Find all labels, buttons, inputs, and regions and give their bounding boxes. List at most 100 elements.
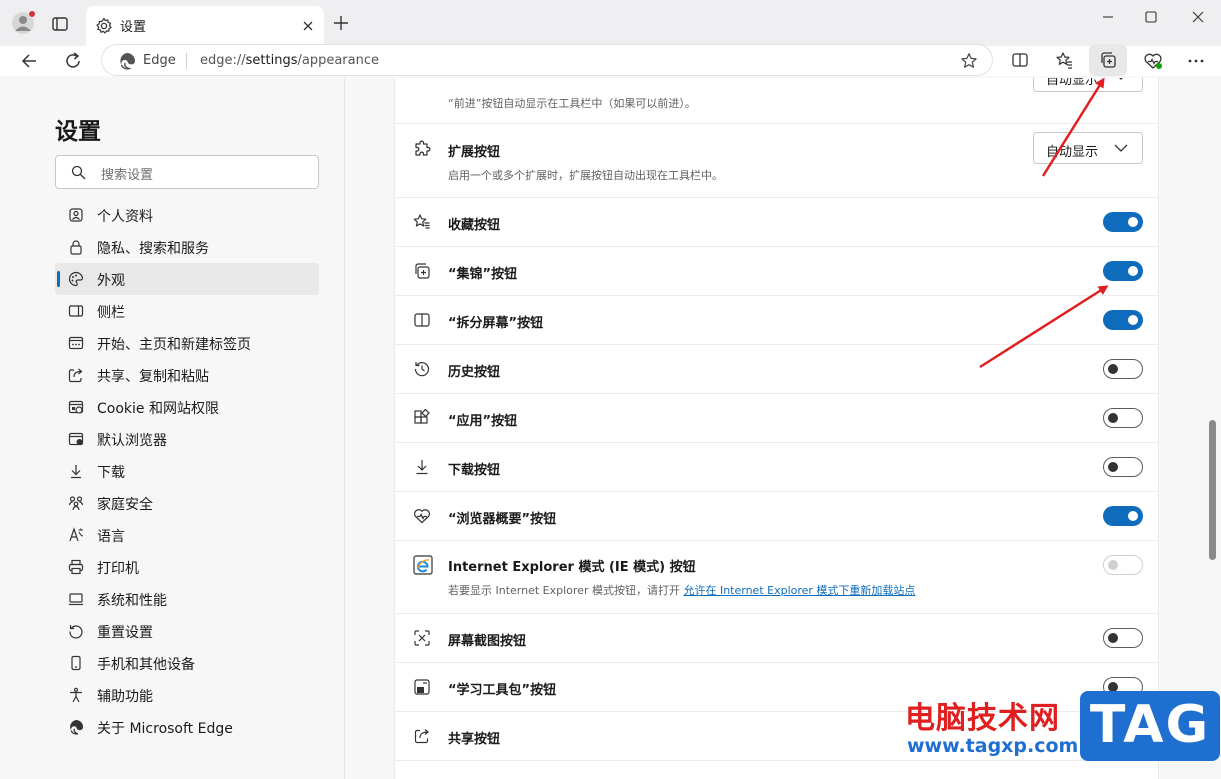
collections-button-toggle[interactable] [1103, 261, 1143, 281]
extensions-button-label: 扩展按钮 [448, 145, 501, 160]
favorites-button-toggle[interactable] [1103, 212, 1143, 232]
history-button-toggle[interactable] [1103, 359, 1143, 379]
language-icon [69, 527, 84, 542]
sidebar-item-cookies[interactable]: Cookie 和网站权限 [55, 391, 319, 423]
sidebar-item-default-browser[interactable]: 默认浏览器 [55, 423, 319, 455]
sidebar-item-label: 手机和其他设备 [97, 657, 195, 673]
sidebar-item-privacy[interactable]: 隐私、搜索和服务 [55, 231, 319, 263]
tab-actions-button[interactable] [50, 14, 70, 34]
ie-mode-button-toggle [1103, 555, 1143, 575]
accessibility-icon [70, 687, 82, 703]
favorites-button-row: 收藏按钮 [395, 198, 1158, 247]
screenshot-button-label: 屏幕截图按钮 [448, 634, 527, 649]
favorites-icon [413, 214, 430, 229]
download-icon [71, 465, 81, 479]
chevron-down-icon [1114, 144, 1128, 152]
search-placeholder: 搜索设置 [101, 168, 154, 183]
dropdown-value: 自动显示 [1046, 78, 1099, 88]
screenshot-button-toggle[interactable] [1103, 628, 1143, 648]
sidebar-item-label: 共享、复制和粘贴 [97, 369, 209, 385]
sidebar-item-label: 开始、主页和新建标签页 [97, 337, 251, 353]
split-screen-button-toggle[interactable] [1103, 310, 1143, 330]
apps-button-label: “应用”按钮 [448, 414, 518, 429]
profile-status-dot [28, 10, 36, 18]
sidebar-item-appearance[interactable]: 外观 [55, 263, 319, 295]
minimize-icon[interactable] [1100, 9, 1116, 25]
refresh-icon[interactable] [63, 51, 83, 71]
sidebar-item-accessibility[interactable]: 辅助功能 [55, 679, 319, 711]
add-favorite-icon[interactable] [960, 52, 978, 70]
sidebar-item-sidebar[interactable]: 侧栏 [55, 295, 319, 327]
sidebar-item-downloads[interactable]: 下载 [55, 455, 319, 487]
title-bar: 设置 [0, 0, 1221, 46]
share-icon [68, 368, 83, 383]
apps-button-row: “应用”按钮 [395, 394, 1158, 443]
address-bar[interactable]: Edge edge://settings/appearance [101, 44, 993, 76]
home-icon [68, 336, 84, 350]
favorites-icon[interactable] [1055, 51, 1073, 69]
new-tab-icon[interactable] [333, 15, 349, 31]
collections-icon[interactable] [1099, 51, 1117, 69]
sidebar-item-start-home[interactable]: 开始、主页和新建标签页 [55, 327, 319, 359]
search-icon [71, 165, 86, 180]
ie-mode-settings-link[interactable]: 允许在 Internet Explorer 模式下重新加载站点 [683, 584, 915, 597]
downloads-button-toggle[interactable] [1103, 457, 1143, 477]
extensions-button-dropdown[interactable]: 自动显示 [1033, 132, 1143, 164]
browser-essentials-icon[interactable] [1143, 51, 1163, 71]
sidebar-item-label: 默认浏览器 [97, 433, 167, 449]
sidebar-item-label: 个人资料 [97, 209, 153, 225]
more-options-icon[interactable] [1186, 51, 1206, 71]
history-icon [414, 362, 430, 377]
sidebar-item-share-copy[interactable]: 共享、复制和粘贴 [55, 359, 319, 391]
browser-essentials-button-row: “浏览器概要”按钮 [395, 492, 1158, 541]
sidebar-item-about[interactable]: 关于 Microsoft Edge [55, 711, 319, 743]
sidebar-item-phone[interactable]: 手机和其他设备 [55, 647, 319, 679]
edge-logo-icon [120, 53, 135, 70]
extensions-button-row: 扩展按钮 启用一个或多个扩展时，扩展按钮自动出现在工具栏中。 自动显示 [395, 124, 1158, 198]
learning-toolkit-icon [414, 679, 430, 695]
phone-icon [71, 655, 81, 671]
history-button-label: 历史按钮 [448, 365, 501, 380]
downloads-button-label: 下载按钮 [448, 463, 501, 478]
forward-button-description: “前进”按钮自动显示在工具栏中（如果可以前进）。 [448, 97, 696, 110]
sidebar-item-label: 家庭安全 [97, 497, 153, 513]
collections-icon [415, 263, 430, 279]
profile-avatar[interactable] [10, 9, 38, 37]
sidebar-item-label: 侧栏 [97, 305, 125, 321]
back-icon[interactable] [20, 51, 40, 71]
learning-toolkit-button-label: “学习工具包”按钮 [448, 683, 557, 698]
forward-button-row: “前进”按钮自动显示在工具栏中（如果可以前进）。 自动显示 [395, 78, 1158, 124]
maximize-icon[interactable] [1143, 9, 1159, 25]
system-icon [69, 593, 83, 606]
apps-button-toggle[interactable] [1103, 408, 1143, 428]
split-screen-icon[interactable] [1011, 51, 1029, 69]
close-tab-icon[interactable] [301, 19, 315, 33]
settings-heading: 设置 [55, 119, 101, 145]
profile-icon [69, 208, 83, 222]
share-icon [414, 729, 429, 744]
sidebar-item-family-safety[interactable]: 家庭安全 [55, 487, 319, 519]
close-window-icon[interactable] [1190, 9, 1206, 25]
apps-icon [414, 409, 430, 424]
sidebar-item-profile[interactable]: 个人资料 [55, 199, 319, 231]
gear-icon [96, 17, 112, 34]
browser-essentials-button-toggle[interactable] [1103, 506, 1143, 526]
sidebar-item-language[interactable]: 语言 [55, 519, 319, 551]
lock-icon [70, 240, 82, 255]
sidebar-item-label: 语言 [97, 529, 125, 545]
history-button-row: 历史按钮 [395, 345, 1158, 394]
forward-button-dropdown[interactable]: 自动显示 [1033, 78, 1143, 92]
scrollbar-thumb[interactable] [1209, 420, 1216, 560]
sidebar-item-printers[interactable]: 打印机 [55, 551, 319, 583]
settings-sidebar: 设置 搜索设置 个人资料 隐私、搜索和服务 外观 侧栏 开始、主页和新建标签页 … [0, 78, 345, 779]
tab-settings[interactable]: 设置 [86, 6, 324, 46]
browser-essentials-button-label: “浏览器概要”按钮 [448, 512, 557, 527]
sidebar-item-label: 下载 [97, 465, 125, 481]
search-settings-input[interactable]: 搜索设置 [55, 155, 319, 189]
tab-title: 设置 [120, 20, 147, 35]
site-identity: Edge [143, 53, 176, 68]
split-screen-icon [414, 313, 430, 327]
sidebar-item-system[interactable]: 系统和性能 [55, 583, 319, 615]
sidebar-item-reset[interactable]: 重置设置 [55, 615, 319, 647]
url-text[interactable]: edge://settings/appearance [200, 53, 379, 68]
